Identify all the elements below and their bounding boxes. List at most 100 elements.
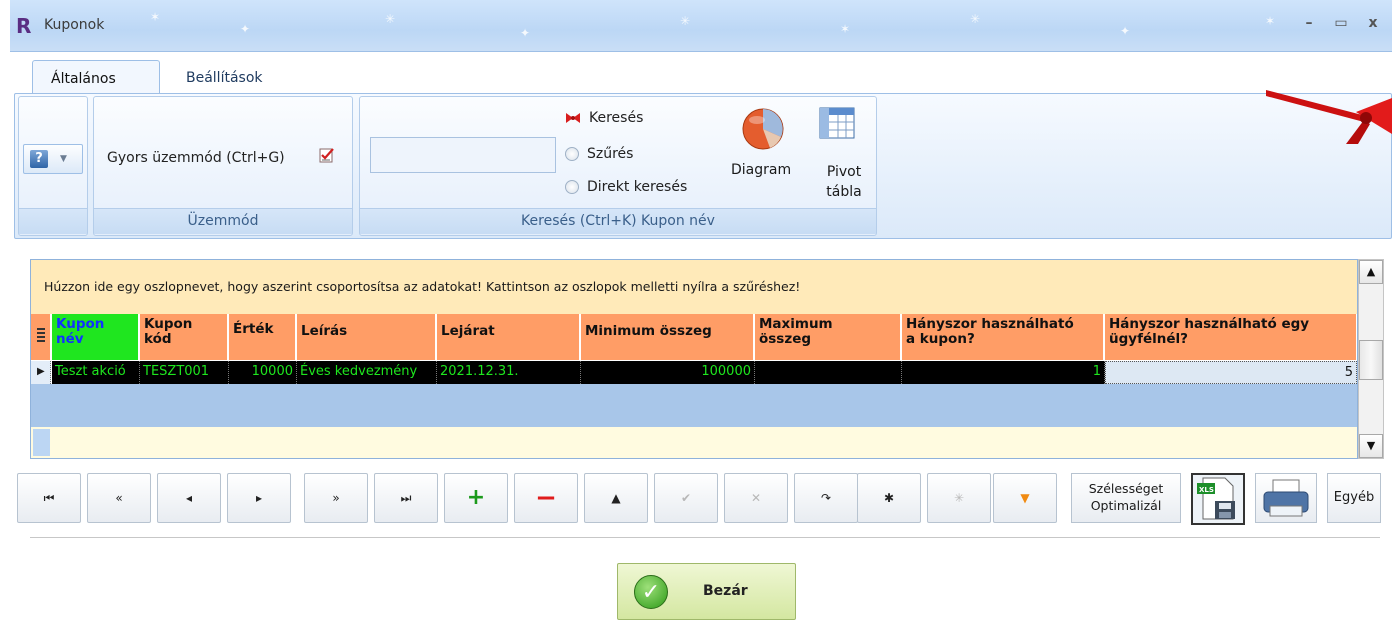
minimize-button[interactable]: – <box>1298 15 1320 37</box>
ribbon-bow-icon <box>1266 88 1392 148</box>
tab-beallitasok[interactable]: Beállítások <box>168 60 286 94</box>
new-row[interactable] <box>31 427 1357 458</box>
nav-next-page-button[interactable]: » <box>304 473 368 523</box>
snowflake-icon: ✶ <box>1265 14 1276 28</box>
maximize-button[interactable]: ▭ <box>1330 15 1352 37</box>
close-window-button[interactable]: x <box>1362 15 1384 37</box>
column-header-leiras[interactable]: Leírás <box>297 314 436 360</box>
xls-save-icon: XLS <box>1197 477 1235 520</box>
header-line1: Minimum összeg <box>585 323 712 339</box>
optimize-width-button[interactable]: Szélességet Optimalizál <box>1071 473 1181 523</box>
search-option-direkt[interactable]: Direkt keresés <box>565 177 687 197</box>
column-header-hanyszor-kupon[interactable]: Hányszor használható a kupon? <box>902 314 1104 360</box>
search-group-label: Keresés (Ctrl+K) Kupon név <box>360 208 876 234</box>
nav-delete-button[interactable]: − <box>514 473 578 523</box>
nav-cancel-button[interactable]: ✕ <box>724 473 788 523</box>
snowflake-icon: ✳ <box>385 12 396 26</box>
search-option-kereses[interactable]: Keresés <box>565 108 643 128</box>
separator <box>30 537 1380 539</box>
diagram-button[interactable]: Diagram <box>731 162 791 178</box>
quick-mode-button[interactable]: Gyors üzemmód (Ctrl+G) <box>107 150 285 166</box>
column-header-hanyszor-ugyfel[interactable]: Hányszor használható egy ügyfélnél? <box>1105 314 1357 360</box>
table-cell-kupon-nev[interactable]: Teszt akció <box>52 361 140 384</box>
table-cell-ertek[interactable]: 10000 <box>229 361 297 384</box>
checklist-icon[interactable] <box>318 146 336 164</box>
nav-edit-button[interactable]: ▲ <box>584 473 648 523</box>
scroll-up-button[interactable]: ▲ <box>1359 260 1383 284</box>
nav-first-button[interactable]: ⏮ <box>17 473 81 523</box>
vertical-scrollbar[interactable]: ▲ ▼ <box>1358 259 1384 459</box>
column-header-ertek[interactable]: Érték <box>229 314 296 360</box>
header-line2: összeg <box>759 331 812 347</box>
nav-post-button[interactable]: ✔ <box>654 473 718 523</box>
header-line1: Kupon <box>144 316 193 332</box>
column-header-kupon-kod[interactable]: Kupon kód <box>140 314 228 360</box>
header-line1: Maximum <box>759 316 833 332</box>
table-cell-kupon-kod[interactable]: TESZT001 <box>140 361 229 384</box>
window-title: Kuponok <box>44 17 105 33</box>
radio-icon <box>565 180 579 194</box>
plus-icon: + <box>466 485 486 510</box>
pivot-table-button[interactable]: Pivot tábla <box>821 162 867 202</box>
tab-altalanos[interactable]: Általános <box>32 60 160 94</box>
app-logo-icon: R <box>16 14 32 38</box>
header-line1: Érték <box>233 321 274 337</box>
current-row-indicator-icon[interactable]: ▶ <box>31 361 51 384</box>
snowflake-icon: ✳ <box>680 14 691 28</box>
snowflake-icon: ✶ <box>150 10 161 24</box>
snowflake-icon: ✦ <box>1120 24 1131 38</box>
nav-last-button[interactable]: ⏭ <box>374 473 438 523</box>
table-cell-maximum-osszeg[interactable] <box>755 361 902 384</box>
mode-group-label: Üzemmód <box>94 208 352 234</box>
title-bar <box>10 0 1392 52</box>
table-cell-hanyszor-kupon[interactable]: 1 <box>902 361 1105 384</box>
svg-text:XLS: XLS <box>1199 486 1214 494</box>
search-option-szures[interactable]: Szűrés <box>565 144 633 164</box>
help-icon: ? <box>30 150 48 168</box>
pivot-table-icon[interactable] <box>818 106 858 146</box>
column-header-maximum-osszeg[interactable]: Maximum összeg <box>755 314 901 360</box>
table-cell-hanyszor-ugyfel[interactable]: 5 <box>1105 361 1357 384</box>
export-xls-button[interactable]: XLS <box>1191 473 1245 525</box>
scroll-down-button[interactable]: ▼ <box>1359 434 1383 458</box>
grid-empty-area <box>31 384 1357 427</box>
nav-prev-page-button[interactable]: « <box>87 473 151 523</box>
column-chooser-button[interactable] <box>31 314 51 360</box>
group-by-panel[interactable]: Húzzon ide egy oszlopnevet, hogy aszerin… <box>31 260 1357 314</box>
close-button[interactable]: ✓ Bezár <box>617 563 796 620</box>
header-line1: Hányszor használható egy <box>1109 316 1310 332</box>
header-line2: név <box>56 331 84 347</box>
nav-refresh-button[interactable]: ↷ <box>794 473 858 523</box>
snowflake-icon: ✦ <box>240 22 251 36</box>
search-input[interactable] <box>370 137 556 173</box>
snowflake-icon: ✶ <box>840 22 851 36</box>
nav-filter-button[interactable]: ▼ <box>993 473 1057 523</box>
header-line1: Kupon <box>56 316 105 332</box>
radio-icon <box>565 147 579 161</box>
header-line1: Leírás <box>301 323 348 339</box>
search-option-label: Keresés <box>589 110 644 126</box>
optimize-label-line2: Optimalizál <box>1090 498 1162 513</box>
header-line1: Lejárat <box>441 323 495 339</box>
help-dropdown-button[interactable]: ? ▼ <box>23 144 83 174</box>
nav-goto-bookmark-button[interactable]: ✳ <box>927 473 991 523</box>
nav-prev-button[interactable]: ◂ <box>157 473 221 523</box>
print-button[interactable] <box>1255 473 1317 523</box>
nav-add-button[interactable]: + <box>444 473 508 523</box>
diagram-icon[interactable] <box>740 106 790 156</box>
search-option-label: Direkt keresés <box>587 179 688 195</box>
nav-bookmark-button[interactable]: ✱ <box>857 473 921 523</box>
column-header-kupon-nev[interactable]: Kupon név <box>52 314 139 360</box>
table-cell-lejarat[interactable]: 2021.12.31. <box>437 361 581 384</box>
table-cell-leiras[interactable]: Éves kedvezmény <box>297 361 437 384</box>
column-header-lejarat[interactable]: Lejárat <box>437 314 580 360</box>
other-button[interactable]: Egyéb <box>1327 473 1381 523</box>
chevron-down-icon: ▼ <box>60 154 67 164</box>
table-cell-minimum-osszeg[interactable]: 100000 <box>581 361 755 384</box>
minus-icon: − <box>535 483 557 513</box>
scroll-thumb[interactable] <box>1359 340 1383 380</box>
optimize-label-line1: Szélességet <box>1088 481 1164 496</box>
column-header-minimum-osszeg[interactable]: Minimum összeg <box>581 314 754 360</box>
nav-next-button[interactable]: ▸ <box>227 473 291 523</box>
pivot-label-line2: tábla <box>826 184 862 200</box>
